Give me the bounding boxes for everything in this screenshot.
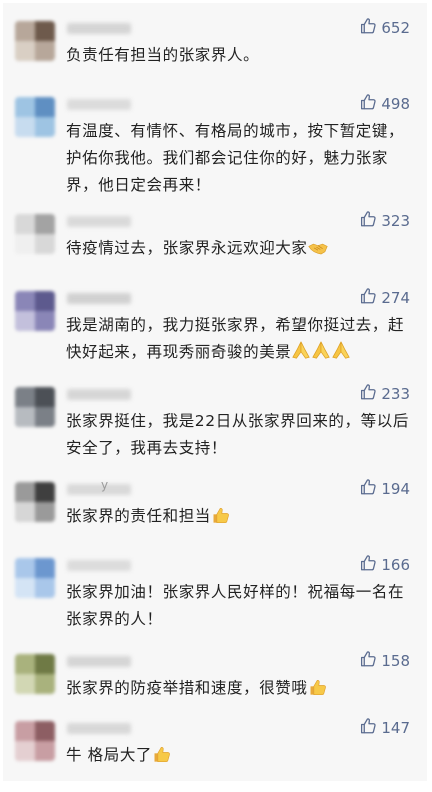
thumbs-up-icon bbox=[359, 554, 377, 576]
folded-hands-emoji bbox=[291, 340, 311, 359]
like-button[interactable]: 166 bbox=[359, 555, 410, 575]
comment-text: 张家界的责任和担当 bbox=[66, 507, 211, 525]
avatar[interactable] bbox=[15, 558, 55, 598]
like-count: 147 bbox=[381, 719, 410, 737]
comment-text-block: 有温度、有情怀、有格局的城市，按下暂定键，护佑你我他。我们都会记住你的好，魅力张… bbox=[66, 118, 414, 199]
nickname-blurred[interactable] bbox=[67, 484, 131, 495]
thumbs-up-emoji bbox=[152, 745, 172, 763]
thumbs-up-emoji bbox=[308, 678, 328, 696]
like-count: 194 bbox=[381, 480, 410, 498]
nickname-blurred[interactable] bbox=[67, 293, 131, 304]
comment-text-block: 待疫情过去，张家界永远欢迎大家 bbox=[66, 235, 414, 262]
nickname-blurred[interactable] bbox=[67, 216, 131, 227]
nickname-blurred[interactable] bbox=[67, 23, 131, 34]
comment-text-block: 我是湖南的，我力挺张家界，希望你挺过去，赶快好起来，再现秀丽奇骏的美景 bbox=[66, 312, 414, 366]
thumbs-up-icon bbox=[359, 93, 377, 115]
like-count: 323 bbox=[381, 212, 410, 230]
handshake-emoji bbox=[307, 238, 328, 256]
comment-text: 张家界加油！张家界人民好样的！祝福每一名在张家界的人！ bbox=[66, 583, 405, 628]
comment-list: 652 负责任有担当的张家界人。 498 有温度、有情怀、有格局的城市，按下暂定键，护… bbox=[3, 3, 427, 781]
comment-text-block: 张家界挺住，我是22日从张家界回来的，等以后安全了，我再去支持！ bbox=[66, 408, 414, 462]
avatar[interactable] bbox=[15, 654, 55, 694]
comment-text: 张家界挺住，我是22日从张家界回来的，等以后安全了，我再去支持！ bbox=[66, 412, 409, 457]
comment-text: 负责任有担当的张家界人。 bbox=[66, 46, 260, 64]
like-count: 652 bbox=[381, 19, 410, 37]
avatar[interactable] bbox=[15, 214, 55, 254]
nickname-blurred[interactable] bbox=[67, 389, 131, 400]
like-button[interactable]: 233 bbox=[359, 384, 410, 404]
comment-text-block: 张家界的责任和担当 bbox=[66, 503, 414, 530]
thumbs-up-icon bbox=[359, 717, 377, 739]
thumbs-up-icon bbox=[359, 287, 377, 309]
comment-text: 有温度、有情怀、有格局的城市，按下暂定键，护佑你我他。我们都会记住你的好，魅力张… bbox=[66, 122, 405, 194]
folded-hands-emoji bbox=[311, 340, 331, 359]
like-count: 274 bbox=[381, 289, 410, 307]
comment-text: 牛 格局大了 bbox=[66, 746, 153, 764]
avatar[interactable] bbox=[15, 387, 55, 427]
thumbs-up-icon bbox=[359, 383, 377, 405]
like-count: 166 bbox=[381, 556, 410, 574]
like-button[interactable]: 147 bbox=[359, 718, 410, 738]
comment-text: 待疫情过去，张家界永远欢迎大家 bbox=[66, 239, 308, 257]
nickname-blurred[interactable] bbox=[67, 560, 131, 571]
folded-hands-emoji bbox=[331, 340, 351, 359]
like-button[interactable]: 274 bbox=[359, 288, 410, 308]
like-count: 158 bbox=[381, 652, 410, 670]
like-button[interactable]: 194 bbox=[359, 479, 410, 499]
comment-text-block: 牛 格局大了 bbox=[66, 742, 414, 769]
avatar[interactable] bbox=[15, 721, 55, 761]
thumbs-up-icon bbox=[359, 478, 377, 500]
thumbs-up-icon bbox=[359, 17, 377, 39]
like-button[interactable]: 652 bbox=[359, 18, 410, 38]
like-button[interactable]: 498 bbox=[359, 94, 410, 114]
nickname-blurred[interactable] bbox=[67, 723, 131, 734]
like-button[interactable]: 158 bbox=[359, 651, 410, 671]
comment-text-block: 张家界加油！张家界人民好样的！祝福每一名在张家界的人！ bbox=[66, 579, 414, 633]
nickname-blurred[interactable] bbox=[67, 656, 131, 667]
comment-text: 张家界的防疫举措和速度，很赞哦 bbox=[66, 679, 308, 697]
nickname-blurred[interactable] bbox=[67, 99, 131, 110]
comment-text-block: 张家界的防疫举措和速度，很赞哦 bbox=[66, 675, 414, 702]
thumbs-up-emoji bbox=[211, 506, 231, 524]
nickname-suffix: y bbox=[101, 478, 109, 492]
thumbs-up-icon bbox=[359, 650, 377, 672]
like-count: 498 bbox=[381, 95, 410, 113]
avatar[interactable] bbox=[15, 291, 55, 331]
avatar[interactable] bbox=[15, 97, 55, 137]
comment-text-block: 负责任有担当的张家界人。 bbox=[66, 42, 414, 69]
thumbs-up-icon bbox=[359, 210, 377, 232]
avatar[interactable] bbox=[15, 21, 55, 61]
like-button[interactable]: 323 bbox=[359, 211, 410, 231]
avatar[interactable] bbox=[15, 482, 55, 522]
comment-text: 我是湖南的，我力挺张家界，希望你挺过去，赶快好起来，再现秀丽奇骏的美景 bbox=[66, 316, 405, 361]
like-count: 233 bbox=[381, 385, 410, 403]
